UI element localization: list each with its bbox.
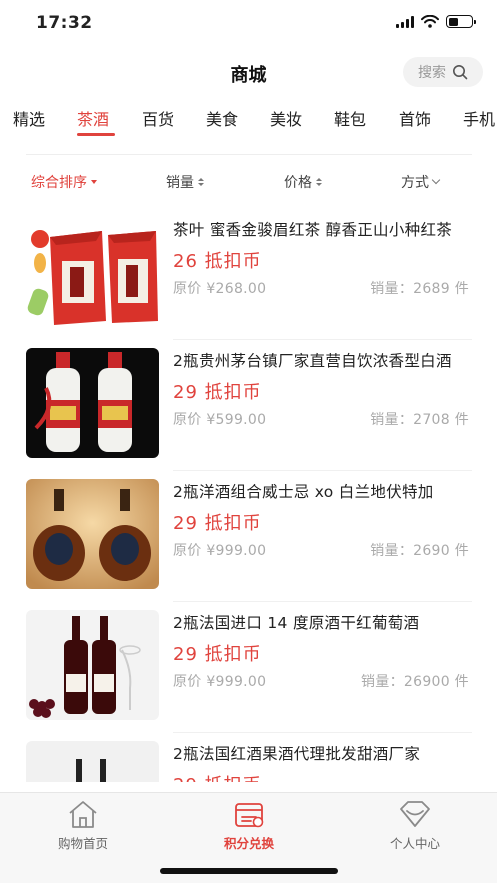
product-sales: 销量：2690 件 (370, 543, 469, 559)
product-title: 2瓶洋酒组合威士忌 xo 白兰地伏特加 (173, 483, 434, 501)
product-original-price: 原价 ¥268.00 (173, 281, 267, 297)
product-original-price: 原价 ¥599.00 (173, 412, 267, 428)
sort-sales-label: 销量 (166, 175, 194, 191)
product-card[interactable]: 2瓶法国进口 14 度原酒干红葡萄酒 29 抵扣币 原价 ¥999.00 销量：… (26, 603, 472, 733)
sort-arrows-icon (198, 178, 204, 186)
tea-bag-image (26, 217, 159, 327)
sort-sales[interactable]: 销量 (166, 172, 204, 192)
bottom-tab-profile-label: 个人中心 (389, 836, 440, 851)
battery-icon (446, 15, 476, 28)
caret-down-icon (91, 180, 97, 184)
bottom-tab-points-exchange[interactable]: 积分兑换 (194, 799, 304, 852)
product-card[interactable]: 2瓶法国红酒果酒代理批发甜酒厂家 29 抵扣币 (26, 734, 472, 782)
header: 商城 搜索 (0, 48, 497, 96)
product-card[interactable]: 茶叶 蜜香金骏眉红茶 醇香正山小种红茶 26 抵扣币 原价 ¥268.00 销量… (26, 210, 472, 340)
bottom-tab-home-label: 购物首页 (57, 836, 108, 851)
divider (173, 339, 472, 340)
wine-bottles-image (26, 741, 159, 782)
tab-baihuo[interactable]: 百货 (142, 106, 174, 130)
product-card[interactable]: 2瓶贵州茅台镇厂家直营自饮浓香型白酒 29 抵扣币 原价 ¥599.00 销量：… (26, 341, 472, 471)
status-time: 17:32 (36, 13, 93, 33)
product-points: 29 抵扣币 (173, 771, 262, 782)
red-wine-bottles-image (26, 610, 159, 720)
sort-price-label: 价格 (284, 175, 312, 191)
search-label: 搜索 (418, 65, 446, 81)
search-icon (453, 65, 468, 80)
active-tab-indicator (77, 133, 115, 136)
bottom-tab-profile[interactable]: 个人中心 (360, 799, 470, 852)
product-sales: 销量：2689 件 (370, 281, 469, 297)
sort-price[interactable]: 价格 (284, 172, 322, 192)
sort-composite-label: 综合排序 (31, 175, 87, 191)
product-points: 29 抵扣币 (173, 644, 262, 665)
status-icons (396, 15, 476, 28)
product-list: 茶叶 蜜香金骏眉红茶 醇香正山小种红茶 26 抵扣币 原价 ¥268.00 销量… (0, 210, 497, 782)
category-tabs: 精选 茶酒 百货 美食 美妆 鞋包 首饰 手机 (0, 96, 497, 142)
tab-jingxuan[interactable]: 精选 (13, 106, 45, 130)
tab-xiebao[interactable]: 鞋包 (334, 106, 366, 130)
home-icon (69, 801, 97, 828)
bottom-tab-home[interactable]: 购物首页 (28, 799, 138, 852)
product-points: 29 抵扣币 (173, 513, 262, 534)
tab-chajiu[interactable]: 茶酒 (77, 106, 109, 130)
bottom-tab-points-label: 积分兑换 (223, 836, 274, 851)
product-sales: 销量：2708 件 (370, 412, 469, 428)
status-bar: 17:32 (0, 0, 497, 48)
wifi-icon (421, 15, 439, 28)
sort-bar: 综合排序 销量 价格 方式 (0, 160, 497, 204)
divider (173, 732, 472, 733)
product-title: 2瓶法国红酒果酒代理批发甜酒厂家 (173, 745, 421, 763)
home-indicator (160, 868, 338, 874)
product-points: 29 抵扣币 (173, 382, 262, 403)
tab-shouji[interactable]: 手机 (463, 106, 495, 130)
cellular-signal-icon (396, 15, 414, 28)
baijiu-bottles-image (26, 348, 159, 458)
product-original-price: 原价 ¥999.00 (173, 543, 267, 559)
divider (26, 154, 472, 155)
sort-arrows-icon (316, 178, 322, 186)
product-original-price: 原价 ¥999.00 (173, 674, 267, 690)
search-button[interactable]: 搜索 (403, 57, 483, 87)
sort-mode[interactable]: 方式 (401, 172, 441, 192)
divider (173, 601, 472, 602)
xo-brandy-bottles-image (26, 479, 159, 589)
chevron-down-icon (431, 175, 441, 185)
tab-meishi[interactable]: 美食 (206, 106, 238, 130)
product-card[interactable]: 2瓶洋酒组合威士忌 xo 白兰地伏特加 29 抵扣币 原价 ¥999.00 销量… (26, 472, 472, 602)
divider (173, 470, 472, 471)
profile-diamond-icon (400, 801, 430, 827)
tab-meizhuang[interactable]: 美妆 (270, 106, 302, 130)
sort-mode-label: 方式 (401, 175, 429, 191)
tab-shoushi[interactable]: 首饰 (399, 106, 431, 130)
product-title: 2瓶法国进口 14 度原酒干红葡萄酒 (173, 614, 420, 632)
product-title: 茶叶 蜜香金骏眉红茶 醇香正山小种红茶 (173, 221, 453, 239)
points-exchange-icon (235, 803, 264, 828)
product-sales: 销量：26900 件 (361, 674, 469, 690)
product-title: 2瓶贵州茅台镇厂家直营自饮浓香型白酒 (173, 352, 452, 370)
sort-composite[interactable]: 综合排序 (31, 172, 97, 192)
product-points: 26 抵扣币 (173, 251, 262, 272)
